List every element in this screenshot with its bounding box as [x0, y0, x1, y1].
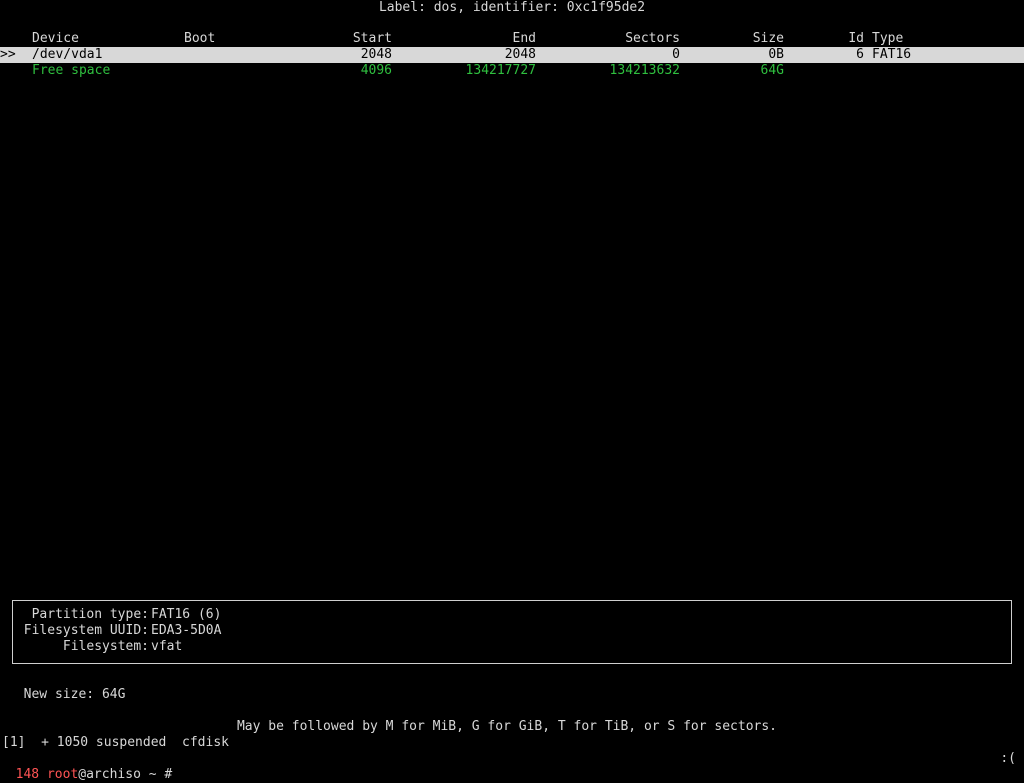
filesystem-uuid-value: EDA3-5D0A: [151, 623, 222, 638]
partition-row-free-space[interactable]: Free space 4096 134217727 134213632 64G: [0, 63, 1024, 79]
disklabel-header: Label: dos, identifier: 0xc1f95de2: [378, 0, 646, 15]
cell-sectors: 134213632: [609, 63, 680, 78]
col-type: Type: [872, 31, 904, 46]
new-size-prompt: New size:: [23, 687, 95, 702]
col-boot: Boot: [184, 31, 216, 46]
cell-device: Free space: [32, 63, 111, 78]
cell-id: 6: [856, 47, 864, 62]
shell-right-status: :(: [1000, 751, 1016, 766]
prompt-number: 148: [15, 767, 40, 782]
cell-type: FAT16: [872, 47, 912, 62]
shell-jobs-line: [1] + 1050 suspended cfdisk: [2, 735, 229, 750]
new-size-value[interactable]: 64G: [102, 687, 125, 702]
cell-end: 2048: [504, 47, 536, 62]
prompt-user: root: [46, 767, 79, 782]
col-sectors: Sectors: [625, 31, 680, 46]
partition-type-value: FAT16 (6): [151, 607, 222, 622]
cell-start: 2048: [360, 47, 392, 62]
cell-end: 134217727: [465, 63, 536, 78]
cell-start: 4096: [360, 63, 392, 78]
size-hint-text: May be followed by M for MiB, G for GiB,…: [236, 719, 778, 734]
selection-marker: >>: [0, 47, 16, 62]
filesystem-uuid-label: Filesystem UUID:: [23, 623, 149, 638]
cell-size: 64G: [760, 63, 784, 78]
partition-type-label: Partition type:: [31, 607, 149, 622]
filesystem-label: Filesystem:: [62, 639, 149, 654]
filesystem-value: vfat: [151, 639, 183, 654]
col-id: Id: [848, 31, 864, 46]
partition-row-vda1[interactable]: >> /dev/vda1 2048 2048 0 0B 6 FAT16: [0, 47, 1024, 63]
col-device: Device: [32, 31, 79, 46]
col-size: Size: [752, 31, 784, 46]
cell-size: 0B: [768, 47, 784, 62]
table-header: Device Boot Start End Sectors Size Id Ty…: [0, 31, 1024, 47]
cell-device: /dev/vda1: [32, 47, 103, 62]
col-end: End: [512, 31, 536, 46]
prompt-host: @archiso ~ #: [78, 767, 173, 782]
shell-prompt[interactable]: 148 root@archiso ~ #: [0, 751, 173, 783]
partition-info-box: Partition type: FAT16 (6) Filesystem UUI…: [12, 600, 1012, 664]
cell-sectors: 0: [672, 47, 680, 62]
col-start: Start: [352, 31, 392, 46]
new-size-input[interactable]: New size: 64G: [8, 671, 126, 703]
